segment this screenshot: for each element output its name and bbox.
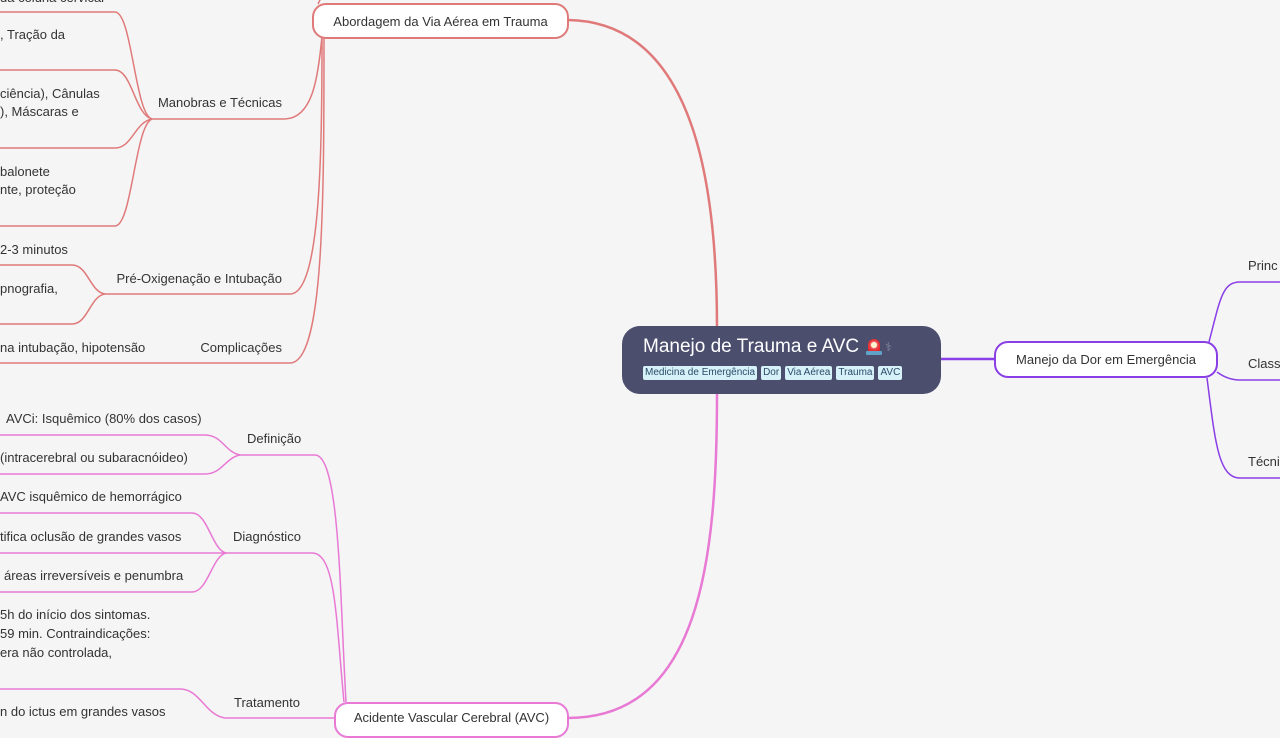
- subtopic-definicao[interactable]: Definição: [247, 430, 301, 449]
- trauma-connectors: [0, 0, 719, 364]
- tag[interactable]: Medicina de Emergência: [643, 366, 758, 380]
- leaf-text[interactable]: da coluna cervical: [0, 0, 104, 8]
- root-tags: Medicina de Emergência Dor Via Aérea Tra…: [643, 366, 941, 380]
- leaf-text[interactable]: AVC isquêmico de hemorrágico: [0, 488, 182, 507]
- topic-node-trauma[interactable]: Abordagem da Via Aérea em Trauma: [312, 3, 569, 39]
- leaf-text[interactable]: AVCi: Isquêmico (80% dos casos): [6, 410, 202, 429]
- subtopic-complicacoes[interactable]: Complicações: [180, 339, 282, 358]
- siren-icon: [865, 338, 883, 356]
- subtopic-tecnicas[interactable]: Técni: [1248, 453, 1280, 472]
- caduceus-icon: ⚕: [885, 340, 892, 354]
- leaf-text[interactable]: n do ictus em grandes vasos: [0, 703, 165, 722]
- tag[interactable]: Trauma: [836, 366, 875, 380]
- subtopic-classificacao[interactable]: Class: [1248, 355, 1280, 374]
- avc-connectors: [0, 393, 719, 720]
- subtopic-preoxigenacao[interactable]: Pré-Oxigenação e Intubação: [110, 270, 283, 289]
- tag[interactable]: AVC: [878, 366, 903, 380]
- leaf-text[interactable]: 5h do início dos sintomas.: [0, 606, 150, 625]
- leaf-text[interactable]: pnografia,: [0, 280, 58, 299]
- leaf-text[interactable]: nte, proteção: [0, 181, 76, 200]
- subtopic-manobras[interactable]: Manobras e Técnicas: [155, 94, 282, 113]
- root-to-trauma-link: [567, 18, 719, 329]
- root-title: Manejo de Trauma e AVC: [643, 336, 860, 357]
- avc-to-diagnostico-link: [226, 552, 345, 703]
- leaf-text[interactable]: ), Máscaras e: [0, 103, 79, 122]
- subtopic-principios[interactable]: Princ: [1248, 257, 1278, 276]
- leaf-text[interactable]: balonete: [0, 163, 50, 182]
- leaf-text[interactable]: na intubação, hipotensão: [0, 339, 145, 358]
- leaf-text[interactable]: ciência), Cânulas: [0, 85, 100, 104]
- topic-node-avc[interactable]: Acidente Vascular Cerebral (AVC): [334, 702, 569, 738]
- root-node[interactable]: Manejo de Trauma e AVC ⚕ Medicina de Eme…: [622, 326, 941, 394]
- topic-node-dor[interactable]: Manejo da Dor em Emergência: [994, 341, 1218, 378]
- leaf-text[interactable]: 2-3 minutos: [0, 241, 68, 260]
- subtopic-tratamento[interactable]: Tratamento: [234, 694, 300, 713]
- topic-label: Acidente Vascular Cerebral (AVC): [353, 710, 550, 725]
- leaf-text[interactable]: 59 min. Contraindicações:: [0, 625, 150, 644]
- leaf-text[interactable]: tifica oclusão de grandes vasos: [0, 528, 181, 547]
- dor-to-princ-link: [1208, 281, 1280, 343]
- topic-label: Manejo da Dor em Emergência: [1016, 352, 1196, 367]
- leaf-text[interactable]: áreas irreversíveis e penumbra: [4, 567, 183, 586]
- topic-label: Abordagem da Via Aérea em Trauma: [333, 13, 548, 29]
- tag[interactable]: Dor: [761, 366, 782, 380]
- subtopic-diagnostico[interactable]: Diagnóstico: [233, 528, 301, 547]
- tag[interactable]: Via Aérea: [785, 366, 833, 380]
- leaf-text[interactable]: era não controlada,: [0, 644, 112, 663]
- root-to-avc-link: [567, 393, 719, 720]
- leaf-text[interactable]: (intracerebral ou subaracnóideo): [0, 449, 188, 468]
- dor-connectors: [941, 281, 1280, 479]
- trauma-to-preox-link: [105, 35, 323, 295]
- leaf-text[interactable]: , Tração da: [0, 26, 65, 45]
